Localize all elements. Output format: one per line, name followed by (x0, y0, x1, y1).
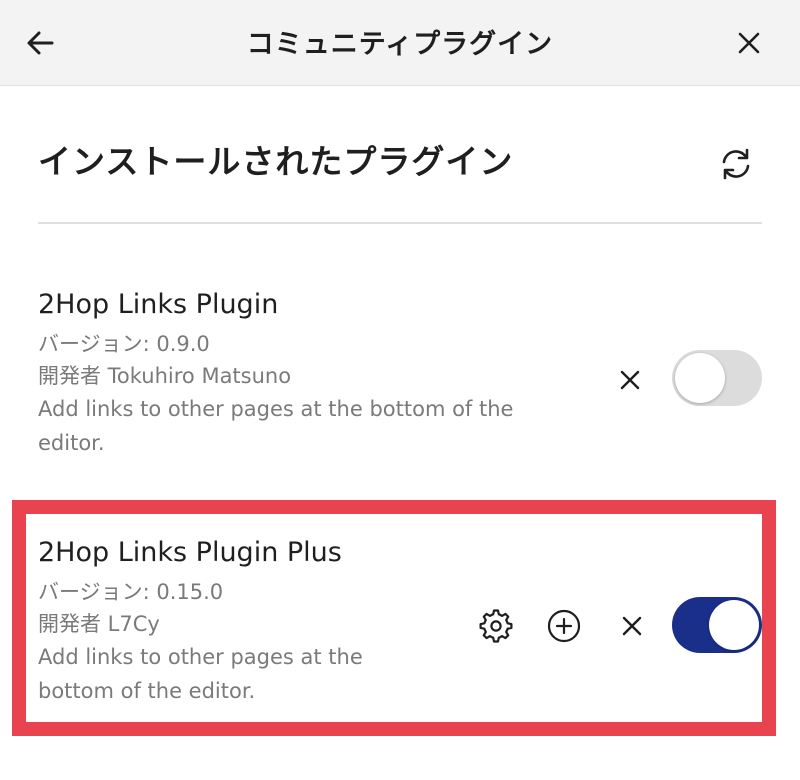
page-title: コミュニティプラグイン (246, 29, 554, 60)
plugin-enable-toggle[interactable] (672, 597, 762, 653)
plugin-description: Add links to other pages at the bottom o… (38, 645, 363, 703)
plugin-author: 開発者 L7Cy (38, 612, 160, 636)
uninstall-icon (622, 616, 642, 636)
uninstall-button[interactable] (614, 608, 650, 644)
plugin-name: 2Hop Links Plugin (38, 289, 279, 320)
section-divider (38, 222, 762, 224)
plugin-version: バージョン: 0.9.0 (38, 332, 210, 356)
plugin-item: 2Hop Links Plugin Plus バージョン: 0.15.0 開発者… (38, 536, 762, 708)
plugin-actions (478, 608, 650, 644)
plugin-actions (612, 362, 648, 398)
refresh-button[interactable] (718, 146, 754, 182)
add-button[interactable] (546, 608, 582, 644)
refresh-icon (722, 148, 750, 180)
plus-circle-icon (547, 609, 581, 643)
toggle-knob (709, 600, 759, 650)
plugin-name: 2Hop Links Plugin Plus (38, 537, 342, 568)
close-button[interactable] (732, 26, 766, 60)
plugin-author: 開発者 Tokuhiro Matsuno (38, 364, 292, 388)
uninstall-icon (620, 370, 640, 390)
uninstall-button[interactable] (612, 362, 648, 398)
plugin-enable-toggle[interactable] (672, 350, 762, 406)
installed-section-header: インストールされたプラグイン (38, 142, 762, 182)
installed-heading: インストールされたプラグイン (38, 142, 514, 181)
top-bar: コミュニティプラグイン (0, 0, 800, 86)
plugin-item: 2Hop Links Plugin バージョン: 0.9.0 開発者 Tokuh… (38, 288, 762, 460)
toggle-knob (675, 353, 725, 403)
gear-icon (479, 609, 513, 643)
close-icon (738, 32, 760, 54)
plugin-description: Add links to other pages at the bottom o… (38, 397, 514, 455)
settings-button[interactable] (478, 608, 514, 644)
plugin-version: バージョン: 0.15.0 (38, 580, 224, 604)
